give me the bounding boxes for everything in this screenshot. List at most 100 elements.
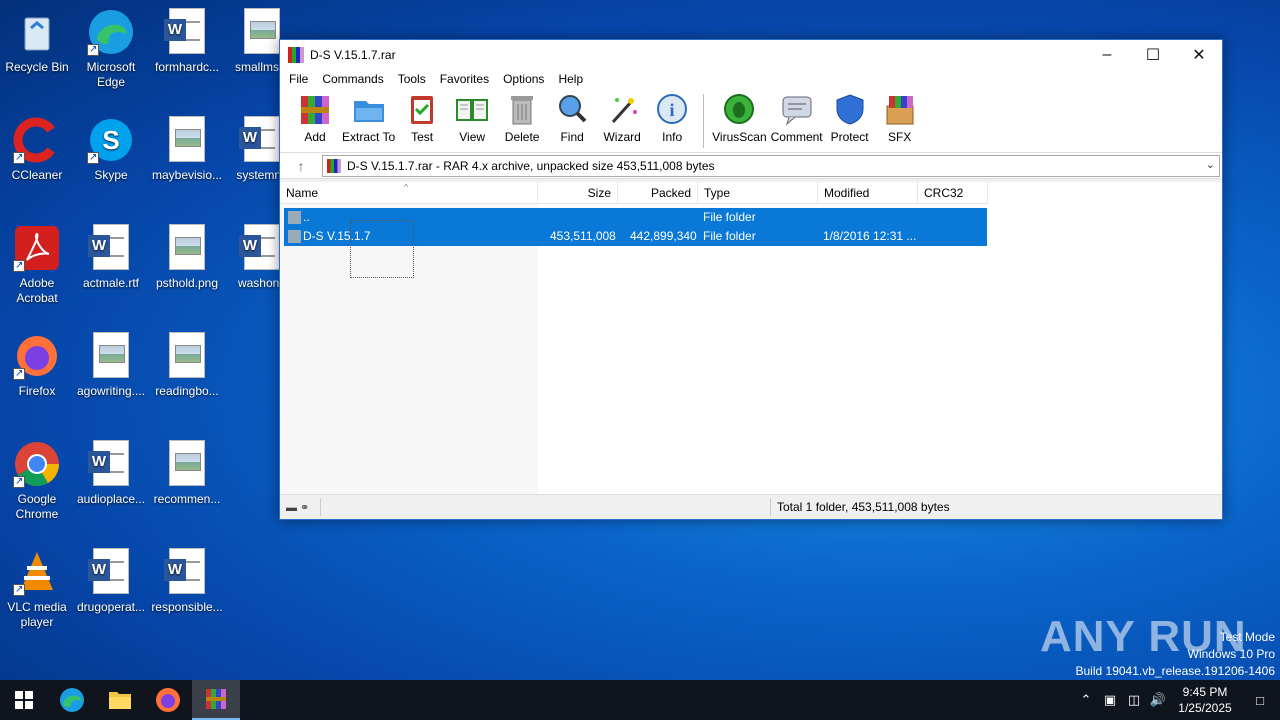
add-button[interactable]: Add: [292, 92, 338, 144]
close-button[interactable]: ✕: [1176, 40, 1222, 69]
test-mode-text: Test Mode: [1219, 630, 1275, 644]
menu-bar: File Commands Tools Favorites Options He…: [280, 69, 1222, 89]
build-text: Build 19041.vb_release.191206-1406: [1075, 664, 1276, 678]
comment-label: Comment: [770, 130, 823, 144]
wizard-button[interactable]: Wizard: [599, 92, 645, 144]
volume-icon[interactable]: 🔊: [1146, 692, 1170, 708]
virusscan-button[interactable]: VirusScan: [712, 92, 767, 144]
sfx-box-icon: [883, 92, 917, 126]
row-size: 453,511,008: [550, 229, 616, 243]
info-button[interactable]: i Info: [649, 92, 695, 144]
info-icon: i: [655, 92, 689, 126]
path-text: D-S V.15.1.7.rar - RAR 4.x archive, unpa…: [347, 158, 715, 173]
comment-icon: [780, 92, 814, 126]
row-type: File folder: [703, 210, 756, 224]
image-file-icon[interactable]: psthold.png: [149, 224, 225, 291]
menu-options[interactable]: Options: [496, 72, 551, 86]
extract-to-label: Extract To: [342, 130, 396, 144]
google-chrome-icon[interactable]: Google Chrome: [0, 440, 75, 522]
windows-logo-icon: [15, 691, 33, 709]
image-file-icon[interactable]: maybevisio...: [149, 116, 225, 183]
column-name[interactable]: Name ^: [280, 182, 538, 204]
chevron-down-icon[interactable]: ⌄: [1206, 158, 1215, 171]
find-button[interactable]: Find: [549, 92, 595, 144]
word-document-icon[interactable]: drugoperat...: [73, 548, 149, 615]
microsoft-edge-icon[interactable]: Microsoft Edge: [73, 8, 149, 90]
book-icon: [455, 92, 489, 126]
svg-text:S: S: [102, 125, 119, 155]
skype-label: Skype: [94, 168, 128, 182]
protect-button[interactable]: Protect: [827, 92, 873, 144]
formhardc-label: formhardc...: [154, 60, 220, 74]
vlc-label: VLC media player: [7, 600, 67, 629]
winrar-taskbar-icon[interactable]: [192, 680, 240, 720]
toolbar-separator: [703, 94, 705, 148]
recommen-label: recommen...: [153, 492, 221, 506]
comment-button[interactable]: Comment: [771, 92, 823, 144]
sfx-button[interactable]: SFX: [877, 92, 923, 144]
path-combobox[interactable]: D-S V.15.1.7.rar - RAR 4.x archive, unpa…: [322, 154, 1220, 177]
word-document-icon[interactable]: audioplace...: [73, 440, 149, 507]
column-packed[interactable]: Packed: [618, 182, 698, 204]
trash-icon: [505, 92, 539, 126]
taskbar: ⌃ ▣ ◫ 🔊 9:45 PM 1/25/2025 □: [0, 680, 1280, 720]
row-name: ..: [303, 210, 310, 224]
column-headers: Name ^ Size Packed Type Modified CRC32: [280, 182, 988, 204]
menu-help[interactable]: Help: [551, 72, 590, 86]
recycle-bin-icon[interactable]: Recycle Bin: [0, 8, 75, 75]
archive-icon: [327, 158, 341, 173]
edge-taskbar-icon[interactable]: [48, 680, 96, 720]
clock[interactable]: 9:45 PM 1/25/2025: [1170, 684, 1240, 716]
column-modified[interactable]: Modified: [818, 182, 918, 204]
menu-tools[interactable]: Tools: [391, 72, 433, 86]
ccleaner-icon[interactable]: CCleaner: [0, 116, 75, 183]
minimize-button[interactable]: –: [1084, 40, 1130, 69]
chevron-up-icon[interactable]: ⌃: [1074, 692, 1098, 708]
column-size[interactable]: Size: [538, 182, 618, 204]
file-list[interactable]: Name ^ Size Packed Type Modified CRC32 ..…: [280, 182, 1222, 494]
agowriting-label: agowriting....: [76, 384, 146, 398]
title-bar[interactable]: D-S V.15.1.7.rar – ☐ ✕: [280, 40, 1222, 69]
word-document-icon[interactable]: actmale.rtf: [73, 224, 149, 291]
svg-text:i: i: [670, 100, 675, 120]
folder-icon: [352, 92, 386, 126]
firefox-label: Firefox: [18, 384, 56, 398]
column-crc32[interactable]: CRC32: [918, 182, 988, 204]
firefox-icon[interactable]: Firefox: [0, 332, 75, 399]
maximize-button[interactable]: ☐: [1130, 40, 1176, 69]
menu-favorites[interactable]: Favorites: [433, 72, 496, 86]
notification-icon[interactable]: □: [1240, 693, 1280, 708]
image-file-icon[interactable]: readingbo...: [149, 332, 225, 399]
extract-to-button[interactable]: Extract To: [342, 92, 395, 144]
drive-key-icon[interactable]: ▬ ⚭: [280, 501, 320, 514]
firefox-taskbar-icon[interactable]: [144, 680, 192, 720]
row-type: File folder: [703, 229, 756, 243]
skype-icon[interactable]: S Skype: [73, 116, 149, 183]
adobe-acrobat-icon[interactable]: Adobe Acrobat: [0, 224, 75, 306]
up-arrow-icon[interactable]: ↑: [280, 158, 322, 174]
file-explorer-icon[interactable]: [96, 680, 144, 720]
status-bar: ▬ ⚭ Total 1 folder, 453,511,008 bytes: [280, 494, 1222, 519]
network-icon[interactable]: ◫: [1122, 692, 1146, 708]
test-button[interactable]: Test: [399, 92, 445, 144]
image-file-icon[interactable]: recommen...: [149, 440, 225, 507]
menu-file[interactable]: File: [282, 72, 315, 86]
word-document-icon[interactable]: responsible...: [149, 548, 225, 615]
image-file-icon[interactable]: agowriting....: [73, 332, 149, 399]
delete-label: Delete: [504, 130, 540, 144]
view-label: View: [459, 130, 486, 144]
clock-time: 9:45 PM: [1182, 685, 1228, 699]
delete-button[interactable]: Delete: [499, 92, 545, 144]
winrar-window: D-S V.15.1.7.rar – ☐ ✕ File Commands Too…: [279, 39, 1223, 520]
column-type[interactable]: Type: [698, 182, 818, 204]
device-icon[interactable]: ▣: [1098, 692, 1122, 708]
vlc-icon[interactable]: VLC media player: [0, 548, 75, 630]
recycle-bin-label: Recycle Bin: [5, 60, 69, 74]
menu-commands[interactable]: Commands: [315, 72, 390, 86]
audioplace-label: audioplace...: [76, 492, 146, 506]
view-button[interactable]: View: [449, 92, 495, 144]
virusscan-label: VirusScan: [712, 130, 767, 144]
sort-arrow-icon: ^: [404, 182, 409, 192]
word-document-icon[interactable]: formhardc...: [149, 8, 225, 75]
start-button[interactable]: [0, 680, 48, 720]
